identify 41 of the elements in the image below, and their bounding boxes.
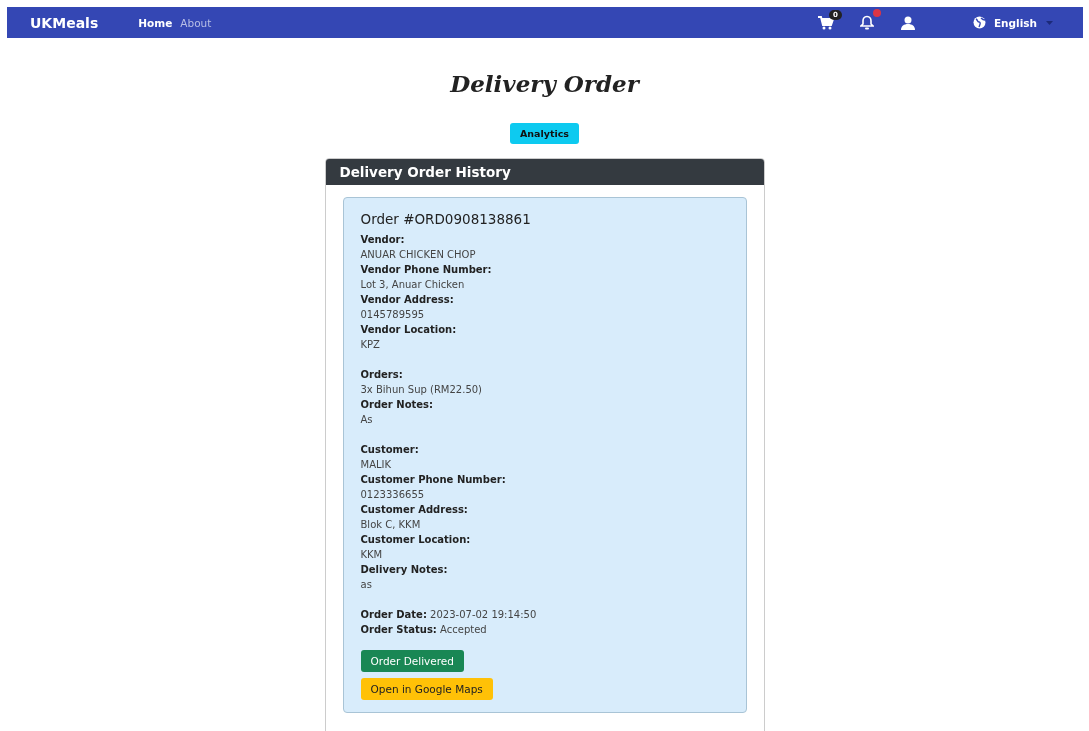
action-button[interactable]: Order Delivered <box>360 650 464 672</box>
card-title: Delivery Order History <box>339 164 511 180</box>
field-label: Order Status: <box>360 624 437 635</box>
field-label: Order Date: <box>360 609 427 620</box>
field-label: Customer Phone Number: <box>360 474 506 485</box>
field-label: Order Notes: <box>360 399 434 410</box>
field-label: Customer: <box>360 444 419 455</box>
bell-icon[interactable] <box>859 15 874 30</box>
field-value: 0123336655 <box>360 489 425 500</box>
field-label: Orders: <box>360 369 403 380</box>
field-value: as <box>360 579 372 590</box>
field-label: Customer Address: <box>360 504 468 515</box>
language-dropdown[interactable]: English <box>993 16 1037 29</box>
field-label: Customer Location: <box>360 534 471 545</box>
field-label: Vendor Phone Number: <box>360 264 492 275</box>
cart-icon[interactable] <box>817 15 834 30</box>
nav-link[interactable]: About <box>180 16 212 29</box>
analytics-button[interactable]: Analytics <box>509 123 580 144</box>
caret-icon <box>1046 20 1053 25</box>
order-title: Order #ORD0908138861 <box>360 211 532 227</box>
field-label: Vendor Address: <box>360 294 454 305</box>
field-value: KPZ <box>360 339 380 350</box>
globe-icon <box>972 16 986 29</box>
field-value: ANUAR CHICKEN CHOP <box>360 249 476 260</box>
field-value: Accepted <box>440 624 487 635</box>
page-title: Delivery Order <box>448 70 641 97</box>
field-label: Delivery Notes: <box>360 564 448 575</box>
field-value: MALIK <box>360 459 392 470</box>
field-value: KKM <box>360 549 383 560</box>
field-value: 2023-07-02 19:14:50 <box>430 609 537 620</box>
user-icon[interactable] <box>900 15 915 30</box>
field-value: Blok C, KKM <box>360 519 421 530</box>
field-value: As <box>360 414 373 425</box>
field-label: Vendor Location: <box>360 324 457 335</box>
field-value: 0145789595 <box>360 309 425 320</box>
nav-link[interactable]: Home <box>138 16 173 29</box>
field-label: Vendor: <box>360 234 405 245</box>
action-button[interactable]: Open in Google Maps <box>360 678 493 700</box>
brand-link[interactable]: UKMeals <box>30 14 99 31</box>
field-value: Lot 3, Anuar Chicken <box>360 279 465 290</box>
field-value: 3x Bihun Sup (RM22.50) <box>360 384 482 395</box>
